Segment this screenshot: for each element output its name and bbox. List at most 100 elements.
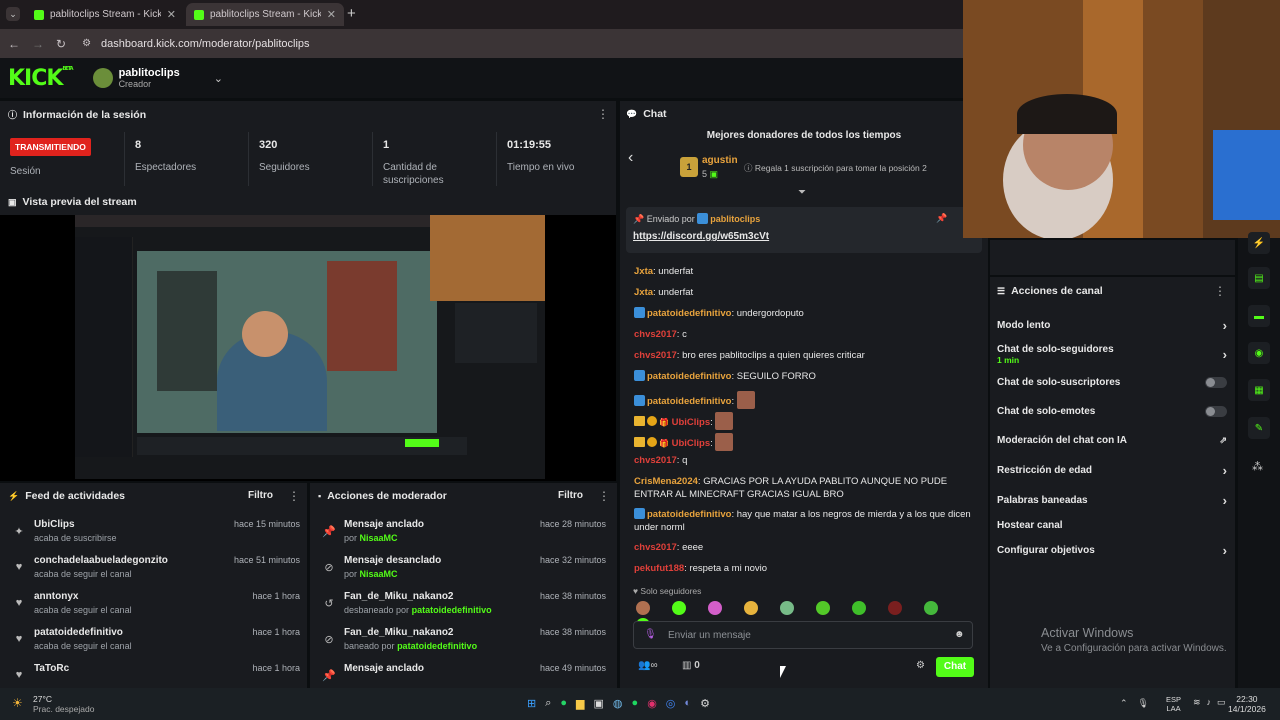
expand-icon[interactable]: ⏷ [798,187,806,198]
wrench-icon[interactable]: ✎ [1248,417,1270,439]
chat-username[interactable]: Jxta [634,287,653,298]
action-followers-only[interactable]: Chat de solo-seguidores 1 min › [997,343,1227,365]
shield-icon: ▪ [318,491,322,501]
emotes-only-toggle[interactable] [1205,405,1227,417]
mic-icon[interactable]: 🎙 [644,629,657,640]
session-panel-title: ⓘ Información de la sesión [8,108,147,121]
mod-filter-button[interactable]: Filtro [558,490,583,501]
subscribers-only-toggle[interactable] [1205,376,1227,388]
file-explorer-icon[interactable]: ▆ [576,697,584,710]
stream-preview-player[interactable] [0,215,616,481]
chat-username[interactable]: pekufut188 [634,563,684,574]
browser-tab-2[interactable]: pablitoclips Stream - Kick Dashb ✕ [186,3,344,26]
chat-username[interactable]: chvs2017 [634,542,677,553]
users-icon[interactable]: 👥∞ [638,660,658,671]
action-age-restriction[interactable]: Restricción de edad › [997,462,1227,478]
emoji-icon[interactable]: ☻ [954,629,965,640]
chat-username[interactable]: patatoidedefinitivo [647,371,731,382]
chat-text: underfat [658,287,694,298]
back-icon[interactable]: ← [8,37,20,51]
action-goals[interactable]: Configurar objetivos › [997,542,1227,558]
more-options-icon[interactable]: ⋮ [598,489,610,503]
mic-icon[interactable]: 🎙 [1138,698,1149,709]
chat-message: patatoidedefinitivo: undergordoputo [634,307,974,328]
chat-text: q [682,455,688,466]
more-options-icon[interactable]: ⋮ [597,107,609,121]
new-tab-button[interactable]: + [347,5,356,22]
action-banned-words[interactable]: Palabras baneadas › [997,492,1227,508]
action-subscribers-only[interactable]: Chat de solo-suscriptores [997,374,1227,390]
kick-logo[interactable]: KICKBETA [8,66,74,91]
action-ai-moderation[interactable]: Moderación del chat con IA ⇗ [997,432,1227,448]
windows-start-icon[interactable]: ⊞ [527,697,536,710]
chat-username[interactable]: Jxta [634,266,653,277]
tab-title: pablitoclips Stream - Kick Dashb [50,9,161,20]
chat-username[interactable]: chvs2017 [634,329,677,340]
channel-role: Creador [118,79,152,89]
chrome-icon[interactable]: ◎ [666,697,676,710]
broadcast-icon[interactable]: ◉ [1248,342,1270,364]
stat-subscriptions: 1 Cantidad de suscripciones [372,132,496,186]
chat-input[interactable]: 🎙 Enviar un mensaje ☻ [633,621,973,649]
top-donor-name: agustin [702,155,738,166]
chevron-down-icon[interactable]: ⌄ [214,72,223,85]
address-bar[interactable]: ⚙ dashboard.kick.com/moderator/pablitocl… [82,38,309,50]
more-options-icon[interactable]: ⋮ [288,489,300,503]
chevron-right-icon: › [1222,492,1227,508]
language-indicator[interactable]: ESP LAA [1166,695,1181,713]
users-add-icon[interactable]: ⁂ [1252,460,1263,473]
chevron-up-icon[interactable]: ⌃ [1120,698,1128,709]
chat-send-button[interactable]: Chat [936,657,974,677]
action-host-channel[interactable]: Hostear canal [997,517,1227,533]
steam-icon[interactable]: ◍ [613,697,623,710]
clipboard-icon[interactable]: ▤ [1248,267,1270,289]
reload-icon[interactable]: ↻ [56,37,66,51]
close-tab-icon[interactable]: ✕ [167,8,176,21]
browser-tab-1[interactable]: pablitoclips Stream - Kick Dashb ✕ [26,3,184,26]
chat-bubble-icon[interactable]: ▬ [1248,305,1270,327]
search-icon[interactable]: ⌕ [545,697,551,710]
chat-username[interactable]: UbiClips [672,417,711,428]
chat-username[interactable]: patatoidedefinitivo [647,509,731,520]
weather-widget[interactable]: 27°C Prac. despejado [33,694,94,714]
spotify-icon[interactable]: ● [632,697,639,710]
layout-icon[interactable]: ▦ [1248,379,1270,401]
activity-filter-button[interactable]: Filtro [248,490,273,501]
chevron-left-icon[interactable]: ‹ [628,149,633,167]
close-tab-icon[interactable]: ✕ [327,8,336,21]
action-slow-mode[interactable]: Modo lento › [997,317,1227,333]
more-options-icon[interactable]: ⋮ [1214,284,1226,298]
chat-username[interactable]: chvs2017 [634,455,677,466]
clock[interactable]: 22:30 14/1/2026 [1228,694,1266,714]
leaderboard-hint: ⓘ Regala 1 suscripción para tomar la pos… [744,163,927,173]
unpin-icon[interactable]: 📌 [936,213,947,224]
taskbar-apps: ⊞ ⌕ ● ▆ ▣ ◍ ● ◉ ◎ ◐ ⚙ [527,697,710,710]
discord-icon[interactable]: ◐ [684,697,691,710]
tab-list-chevron-icon[interactable]: ⌄ [6,7,20,21]
settings-icon[interactable]: ⚙ [700,697,710,710]
verified-badge-icon [634,508,645,519]
lightning-icon[interactable]: ⚡ [1248,232,1270,254]
forward-icon[interactable]: → [32,37,44,51]
settings-gear-icon[interactable]: ⚙ [916,660,925,671]
undo-icon: ↺ [324,598,334,610]
channel-switcher[interactable]: pablitoclips Creador [119,67,180,89]
instagram-icon[interactable]: ◉ [647,697,657,710]
emote-image [736,391,755,409]
chat-message-list: Jxta: underfat Jxta: underfat patatoidedef… [634,265,974,583]
points-icon[interactable]: ▥ 0 [682,660,700,671]
chat-username[interactable]: CrisMena2024 [634,476,698,487]
avatar[interactable] [92,68,113,88]
chat-username[interactable]: chvs2017 [634,350,677,361]
chat-message: patatoidedefinitivo: SEGUILO FORRO [634,370,974,391]
chat-username[interactable]: patatoidedefinitivo [647,396,731,407]
action-emotes-only[interactable]: Chat de solo-emotes [997,403,1227,419]
chat-username[interactable]: patatoidedefinitivo [647,308,731,319]
pinned-link[interactable]: https://discord.gg/w65m3cVt [633,231,769,242]
chat-username[interactable]: UbiClips [672,438,711,449]
tray-status[interactable]: ≋ ♪ ▭ [1193,697,1226,708]
site-info-icon[interactable]: ⚙ [82,38,91,49]
whatsapp-icon[interactable]: ● [560,697,567,710]
sub-badge-icon [647,416,657,426]
store-icon[interactable]: ▣ [594,697,604,710]
